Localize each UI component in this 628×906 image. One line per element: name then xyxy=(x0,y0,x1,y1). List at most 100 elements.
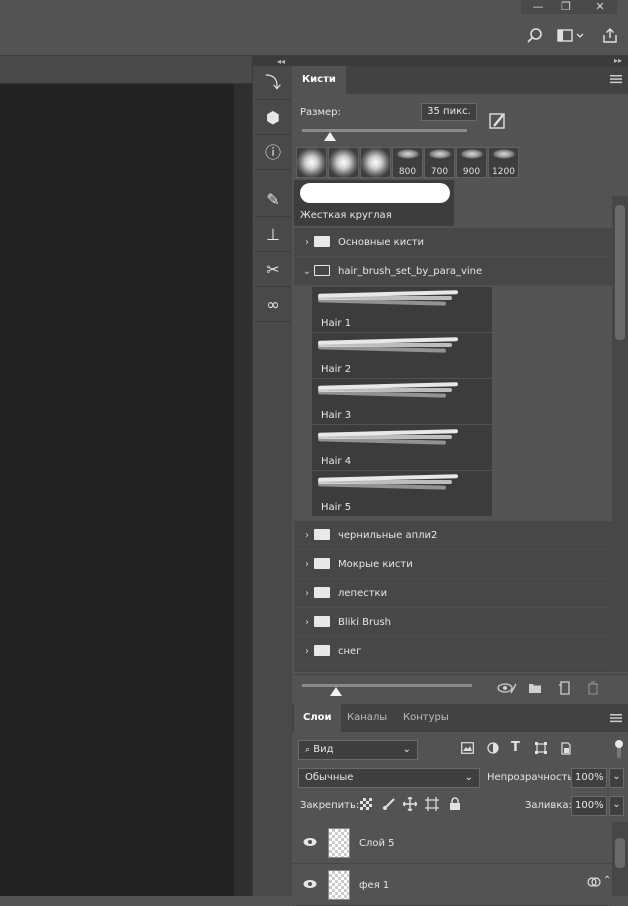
lock-transparent-icon[interactable] xyxy=(360,798,372,813)
brush-item[interactable]: Hair 4 xyxy=(312,425,492,471)
lock-all-icon[interactable] xyxy=(449,797,461,814)
workspace-icon[interactable] xyxy=(557,28,585,48)
eye-icon[interactable] xyxy=(303,837,317,850)
size-input[interactable]: 35 пикс. xyxy=(421,103,477,121)
collapse-panels-button[interactable]: ◂◂ xyxy=(277,57,285,66)
lock-pixels-icon[interactable] xyxy=(382,797,396,814)
brush-preset-2[interactable] xyxy=(328,147,359,178)
fill-input[interactable]: 100% xyxy=(571,796,607,816)
brush-group[interactable]: › лепестки xyxy=(294,579,612,608)
brush-item[interactable]: Hair 2 xyxy=(312,333,492,379)
chevron-up-icon[interactable]: ⌃ xyxy=(603,875,611,886)
info-icon[interactable]: ⓘ xyxy=(255,136,291,170)
blend-mode-select[interactable]: Обычные ⌄ xyxy=(298,768,480,788)
selected-brush-stroke xyxy=(300,183,450,203)
preview-size-slider-thumb[interactable] xyxy=(330,687,342,696)
filter-toggle-switch[interactable] xyxy=(614,740,624,758)
tab-brushes[interactable]: Кисти xyxy=(292,66,346,94)
document-canvas[interactable] xyxy=(0,84,234,896)
chevron-down-icon: ⌄ xyxy=(464,772,473,783)
layers-menu-icon[interactable] xyxy=(610,712,622,726)
blend-mode-value: Обычные xyxy=(305,772,354,783)
layer-row[interactable]: Слой 5 xyxy=(292,824,612,864)
tab-layers-3[interactable]: Контуры xyxy=(394,704,458,732)
brush-group[interactable]: › чернильные апли2 xyxy=(294,521,612,550)
brush-group[interactable]: ›TC MAGIC SPELLS :: M.O.O.N xyxy=(294,666,612,672)
opacity-dropdown-button[interactable]: ⌄ xyxy=(609,768,624,788)
filter-type-icon[interactable]: T xyxy=(511,740,520,755)
lock-position-icon[interactable] xyxy=(402,796,418,814)
folder-icon xyxy=(314,586,330,598)
selected-brush-label: Жесткая круглая xyxy=(300,210,392,221)
lock-artboard-icon[interactable] xyxy=(425,797,439,814)
trash-icon[interactable] xyxy=(587,681,599,698)
opacity-label: Непрозрачность: xyxy=(487,772,577,783)
filter-adjustment-icon[interactable] xyxy=(487,742,499,757)
search-icon[interactable] xyxy=(527,28,543,48)
brush-group-label: Bliki Brush xyxy=(338,617,392,628)
fill-dropdown-button[interactable]: ⌄ xyxy=(609,796,624,816)
history-icon[interactable]: ⤵ xyxy=(255,66,291,100)
restore-button[interactable]: ❐ xyxy=(549,0,583,14)
chevron-right-icon[interactable]: › xyxy=(300,637,314,666)
new-group-icon[interactable] xyxy=(528,682,542,697)
brush-item[interactable]: Hair 3 xyxy=(312,379,492,425)
brush-group-label: Основные кисти xyxy=(338,237,425,248)
brush-settings-icon[interactable]: ✎ xyxy=(255,183,291,217)
panel-menu-icon[interactable] xyxy=(610,73,622,87)
share-icon[interactable] xyxy=(602,28,618,48)
chevron-right-icon[interactable]: › xyxy=(300,666,314,672)
brush-list-scroll-thumb[interactable] xyxy=(615,205,625,340)
3d-cube-icon[interactable]: ⬢ xyxy=(255,101,291,135)
eye-icon[interactable] xyxy=(303,879,317,892)
brush-preset-size-label: 1200 xyxy=(492,167,515,177)
chevron-right-icon[interactable]: › xyxy=(300,228,314,257)
folder-icon xyxy=(314,528,330,540)
brush-preset-1[interactable] xyxy=(296,147,327,178)
chevron-right-icon[interactable]: › xyxy=(300,550,314,579)
brush-item-label: Hair 4 xyxy=(321,456,352,467)
layer-row[interactable]: фея 1 xyxy=(292,866,612,906)
layer-name[interactable]: фея 1 xyxy=(359,880,389,891)
chevron-right-icon[interactable]: › xyxy=(300,521,314,550)
toggle-preview-icon[interactable] xyxy=(497,681,517,698)
chevron-down-icon[interactable]: ⌄ xyxy=(300,257,314,286)
folder-icon xyxy=(314,235,330,247)
folder-icon xyxy=(314,644,330,656)
brush-group[interactable]: › Bliki Brush xyxy=(294,608,612,637)
filter-pixel-icon[interactable] xyxy=(461,742,474,757)
brush-group-label: Мокрые кисти xyxy=(338,559,413,570)
brush-group-hair[interactable]: ⌄ hair_brush_set_by_para_vine xyxy=(294,257,612,286)
layer-name[interactable]: Слой 5 xyxy=(359,838,395,849)
folder-open-icon xyxy=(314,264,330,276)
brush-group[interactable]: › Мокрые кисти xyxy=(294,550,612,579)
size-slider-thumb[interactable] xyxy=(324,132,337,141)
clone-source-icon[interactable]: ⊥ xyxy=(255,218,291,252)
brush-item-label: Hair 2 xyxy=(321,364,352,375)
brush-preset-size-label: 700 xyxy=(430,167,449,177)
tab-layers-1[interactable]: Слои xyxy=(294,704,341,732)
layer-effects-icon[interactable] xyxy=(587,876,601,891)
preview-size-slider-track[interactable] xyxy=(302,684,472,687)
brush-item[interactable]: Hair 5 xyxy=(312,471,492,517)
filter-shape-icon[interactable] xyxy=(535,742,547,757)
search-icon: ⌕ xyxy=(305,745,311,755)
opacity-input[interactable]: 100% xyxy=(571,768,607,788)
chevron-right-icon[interactable]: › xyxy=(300,579,314,608)
chevron-right-icon[interactable]: › xyxy=(300,608,314,637)
layer-filter-value: Вид xyxy=(313,744,334,755)
new-brush-icon[interactable] xyxy=(489,112,507,133)
brush-group[interactable]: › снег xyxy=(294,637,612,666)
tools-icon[interactable]: ✂ xyxy=(255,253,291,287)
layer-filter-select[interactable]: ⌕ Вид ⌄ xyxy=(298,740,418,760)
layers-scroll-thumb[interactable] xyxy=(615,838,625,868)
tab-layers-2[interactable]: Каналы xyxy=(338,704,396,732)
filter-smart-object-icon[interactable] xyxy=(560,742,572,758)
brush-item[interactable]: Hair 1 xyxy=(312,287,492,333)
create-brush-icon[interactable] xyxy=(558,681,572,698)
brush-preset-3[interactable] xyxy=(360,147,391,178)
brush-group-basic[interactable]: › Основные кисти xyxy=(294,228,612,257)
creative-cloud-icon[interactable]: ∞ xyxy=(255,288,291,322)
close-button[interactable]: ✕ xyxy=(583,0,617,14)
expand-panels-button[interactable]: ▸▸ xyxy=(614,56,622,65)
